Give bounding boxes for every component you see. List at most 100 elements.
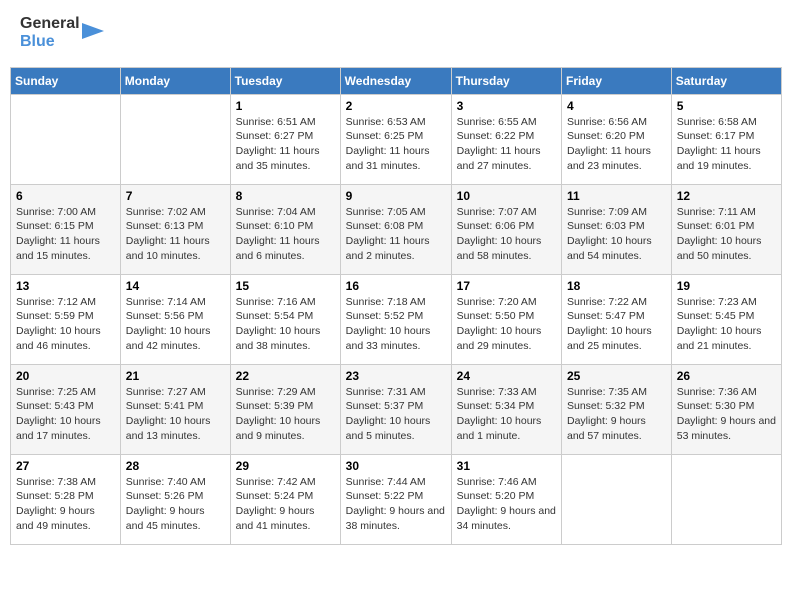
day-info: Sunrise: 7:40 AM Sunset: 5:26 PM Dayligh… bbox=[126, 475, 225, 534]
calendar-cell: 7Sunrise: 7:02 AM Sunset: 6:13 PM Daylig… bbox=[120, 184, 230, 274]
day-info: Sunrise: 7:46 AM Sunset: 5:20 PM Dayligh… bbox=[457, 475, 556, 534]
day-number: 5 bbox=[677, 99, 776, 113]
calendar-week-row: 13 Sunrise: 7:12 AM Sunset: 5:59 PM Dayli… bbox=[11, 274, 782, 364]
calendar-cell: 31 Sunrise: 7:46 AM Sunset: 5:20 PM Dayli… bbox=[451, 454, 561, 544]
calendar-week-row: 6 Sunrise: 7:00 AM Sunset: 6:15 PM Daylig… bbox=[11, 184, 782, 274]
day-number: 11 bbox=[567, 189, 666, 203]
calendar-cell bbox=[120, 94, 230, 184]
day-number: 20 bbox=[16, 369, 115, 383]
day-number: 1 bbox=[236, 99, 335, 113]
day-number: 30 bbox=[346, 459, 446, 473]
day-info: Sunrise: 7:42 AM Sunset: 5:24 PM Dayligh… bbox=[236, 475, 335, 534]
calendar-cell: 17 Sunrise: 7:20 AM Sunset: 5:50 PM Dayli… bbox=[451, 274, 561, 364]
day-number: 27 bbox=[16, 459, 115, 473]
weekday-header-friday: Friday bbox=[562, 67, 672, 94]
day-number: 25 bbox=[567, 369, 666, 383]
calendar-cell: 24 Sunrise: 7:33 AM Sunset: 5:34 PM Dayli… bbox=[451, 364, 561, 454]
weekday-header-wednesday: Wednesday bbox=[340, 67, 451, 94]
calendar-cell: 16 Sunrise: 7:18 AM Sunset: 5:52 PM Dayli… bbox=[340, 274, 451, 364]
day-number: 21 bbox=[126, 369, 225, 383]
day-number: 3 bbox=[457, 99, 556, 113]
day-number: 28 bbox=[126, 459, 225, 473]
day-info: Sunrise: 7:31 AM Sunset: 5:37 PM Dayligh… bbox=[346, 385, 446, 444]
day-info: Sunrise: 7:09 AM Sunset: 6:03 PM Dayligh… bbox=[567, 205, 666, 264]
day-number: 8 bbox=[236, 189, 335, 203]
day-info: Sunrise: 7:12 AM Sunset: 5:59 PM Dayligh… bbox=[16, 295, 115, 354]
day-number: 9 bbox=[346, 189, 446, 203]
calendar-cell: 21 Sunrise: 7:27 AM Sunset: 5:41 PM Dayli… bbox=[120, 364, 230, 454]
day-number: 18 bbox=[567, 279, 666, 293]
calendar-cell: 19 Sunrise: 7:23 AM Sunset: 5:45 PM Dayli… bbox=[671, 274, 781, 364]
calendar-cell: 23 Sunrise: 7:31 AM Sunset: 5:37 PM Dayli… bbox=[340, 364, 451, 454]
day-info: Sunrise: 6:55 AM Sunset: 6:22 PM Dayligh… bbox=[457, 115, 556, 174]
calendar-cell: 4 Sunrise: 6:56 AM Sunset: 6:20 PM Daylig… bbox=[562, 94, 672, 184]
calendar-cell: 18 Sunrise: 7:22 AM Sunset: 5:47 PM Dayli… bbox=[562, 274, 672, 364]
day-info: Sunrise: 7:04 AM Sunset: 6:10 PM Dayligh… bbox=[236, 205, 335, 264]
logo-blue: Blue bbox=[20, 33, 80, 51]
day-number: 16 bbox=[346, 279, 446, 293]
day-info: Sunrise: 7:29 AM Sunset: 5:39 PM Dayligh… bbox=[236, 385, 335, 444]
day-info: Sunrise: 6:53 AM Sunset: 6:25 PM Dayligh… bbox=[346, 115, 446, 174]
calendar-cell: 28 Sunrise: 7:40 AM Sunset: 5:26 PM Dayli… bbox=[120, 454, 230, 544]
day-info: Sunrise: 7:00 AM Sunset: 6:15 PM Dayligh… bbox=[16, 205, 115, 264]
day-info: Sunrise: 7:16 AM Sunset: 5:54 PM Dayligh… bbox=[236, 295, 335, 354]
logo: General Blue bbox=[20, 15, 104, 52]
calendar-week-row: 27 Sunrise: 7:38 AM Sunset: 5:28 PM Dayli… bbox=[11, 454, 782, 544]
calendar-header-row: SundayMondayTuesdayWednesdayThursdayFrid… bbox=[11, 67, 782, 94]
weekday-header-monday: Monday bbox=[120, 67, 230, 94]
day-number: 10 bbox=[457, 189, 556, 203]
calendar-cell: 11 Sunrise: 7:09 AM Sunset: 6:03 PM Dayli… bbox=[562, 184, 672, 274]
day-info: Sunrise: 7:27 AM Sunset: 5:41 PM Dayligh… bbox=[126, 385, 225, 444]
day-info: Sunrise: 6:58 AM Sunset: 6:17 PM Dayligh… bbox=[677, 115, 776, 174]
day-info: Sunrise: 7:38 AM Sunset: 5:28 PM Dayligh… bbox=[16, 475, 115, 534]
calendar-cell bbox=[671, 454, 781, 544]
calendar-cell bbox=[562, 454, 672, 544]
day-info: Sunrise: 6:51 AM Sunset: 6:27 PM Dayligh… bbox=[236, 115, 335, 174]
day-info: Sunrise: 7:33 AM Sunset: 5:34 PM Dayligh… bbox=[457, 385, 556, 444]
calendar-cell: 27 Sunrise: 7:38 AM Sunset: 5:28 PM Dayli… bbox=[11, 454, 121, 544]
day-info: Sunrise: 7:23 AM Sunset: 5:45 PM Dayligh… bbox=[677, 295, 776, 354]
day-number: 17 bbox=[457, 279, 556, 293]
day-number: 26 bbox=[677, 369, 776, 383]
calendar-cell: 6 Sunrise: 7:00 AM Sunset: 6:15 PM Daylig… bbox=[11, 184, 121, 274]
calendar-cell: 22 Sunrise: 7:29 AM Sunset: 5:39 PM Dayli… bbox=[230, 364, 340, 454]
day-number: 6 bbox=[16, 189, 115, 203]
calendar-cell: 12 Sunrise: 7:11 AM Sunset: 6:01 PM Dayli… bbox=[671, 184, 781, 274]
day-info: Sunrise: 7:20 AM Sunset: 5:50 PM Dayligh… bbox=[457, 295, 556, 354]
day-number: 19 bbox=[677, 279, 776, 293]
weekday-header-saturday: Saturday bbox=[671, 67, 781, 94]
calendar-cell: 25Sunrise: 7:35 AM Sunset: 5:32 PM Dayli… bbox=[562, 364, 672, 454]
day-number: 31 bbox=[457, 459, 556, 473]
day-info: Sunrise: 7:05 AM Sunset: 6:08 PM Dayligh… bbox=[346, 205, 446, 264]
day-info: Sunrise: 7:36 AM Sunset: 5:30 PM Dayligh… bbox=[677, 385, 776, 444]
calendar-cell: 1 Sunrise: 6:51 AM Sunset: 6:27 PM Daylig… bbox=[230, 94, 340, 184]
calendar-cell: 10 Sunrise: 7:07 AM Sunset: 6:06 PM Dayli… bbox=[451, 184, 561, 274]
day-number: 22 bbox=[236, 369, 335, 383]
day-info: Sunrise: 7:14 AM Sunset: 5:56 PM Dayligh… bbox=[126, 295, 225, 354]
day-number: 23 bbox=[346, 369, 446, 383]
calendar-cell: 14Sunrise: 7:14 AM Sunset: 5:56 PM Dayli… bbox=[120, 274, 230, 364]
weekday-header-tuesday: Tuesday bbox=[230, 67, 340, 94]
day-number: 4 bbox=[567, 99, 666, 113]
day-info: Sunrise: 7:25 AM Sunset: 5:43 PM Dayligh… bbox=[16, 385, 115, 444]
day-info: Sunrise: 7:22 AM Sunset: 5:47 PM Dayligh… bbox=[567, 295, 666, 354]
calendar-cell: 29 Sunrise: 7:42 AM Sunset: 5:24 PM Dayli… bbox=[230, 454, 340, 544]
calendar-week-row: 20 Sunrise: 7:25 AM Sunset: 5:43 PM Dayli… bbox=[11, 364, 782, 454]
calendar-cell: 9 Sunrise: 7:05 AM Sunset: 6:08 PM Daylig… bbox=[340, 184, 451, 274]
day-info: Sunrise: 7:18 AM Sunset: 5:52 PM Dayligh… bbox=[346, 295, 446, 354]
weekday-header-sunday: Sunday bbox=[11, 67, 121, 94]
day-info: Sunrise: 6:56 AM Sunset: 6:20 PM Dayligh… bbox=[567, 115, 666, 174]
day-number: 13 bbox=[16, 279, 115, 293]
calendar-cell: 30Sunrise: 7:44 AM Sunset: 5:22 PM Dayli… bbox=[340, 454, 451, 544]
day-number: 12 bbox=[677, 189, 776, 203]
weekday-header-thursday: Thursday bbox=[451, 67, 561, 94]
page-header: General Blue bbox=[10, 10, 782, 57]
day-number: 24 bbox=[457, 369, 556, 383]
calendar-cell: 13 Sunrise: 7:12 AM Sunset: 5:59 PM Dayli… bbox=[11, 274, 121, 364]
day-number: 29 bbox=[236, 459, 335, 473]
day-info: Sunrise: 7:11 AM Sunset: 6:01 PM Dayligh… bbox=[677, 205, 776, 264]
calendar-cell: 26 Sunrise: 7:36 AM Sunset: 5:30 PM Dayli… bbox=[671, 364, 781, 454]
calendar-week-row: 1 Sunrise: 6:51 AM Sunset: 6:27 PM Daylig… bbox=[11, 94, 782, 184]
day-info: Sunrise: 7:07 AM Sunset: 6:06 PM Dayligh… bbox=[457, 205, 556, 264]
logo-triangle-icon bbox=[82, 17, 104, 49]
